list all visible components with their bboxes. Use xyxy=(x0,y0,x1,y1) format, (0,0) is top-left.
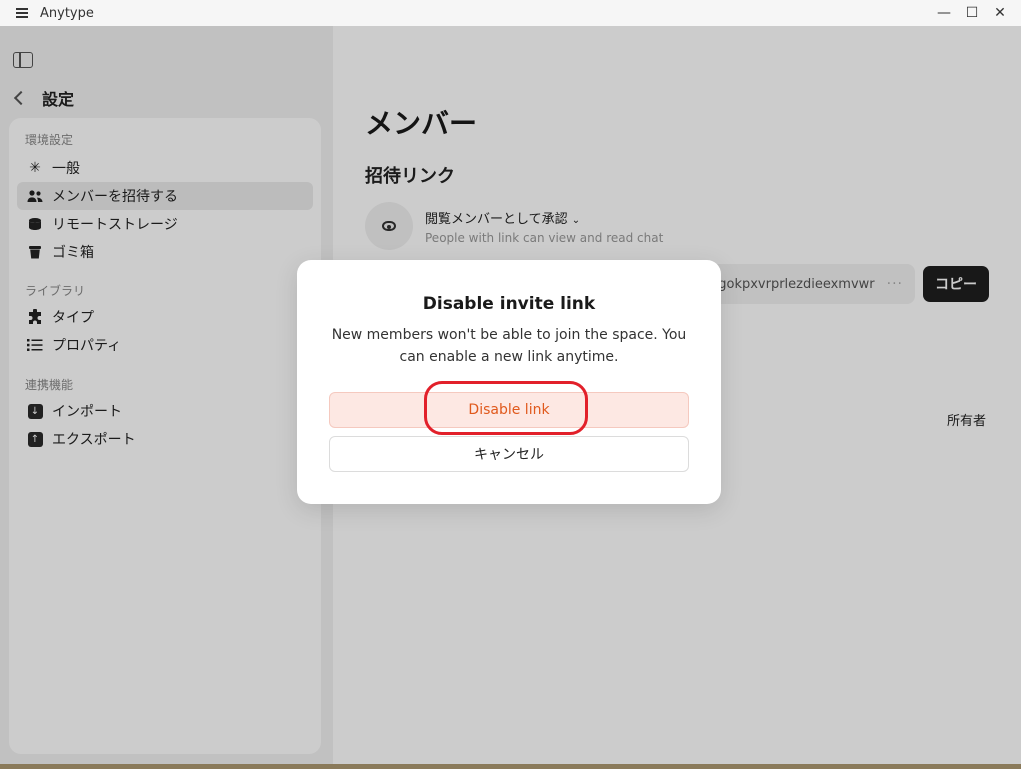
maximize-icon[interactable]: ☐ xyxy=(965,5,979,21)
disable-invite-link-dialog: Disable invite link New members won't be… xyxy=(297,260,721,504)
disable-link-button[interactable]: Disable link xyxy=(329,392,689,428)
app-title: Anytype xyxy=(40,5,94,21)
close-icon[interactable]: ✕ xyxy=(993,5,1007,21)
dialog-title: Disable invite link xyxy=(422,294,596,314)
window-controls: — ☐ ✕ xyxy=(937,0,1007,26)
hamburger-menu-icon[interactable] xyxy=(16,8,28,18)
app-window: Anytype — ☐ ✕ 設定 環境設定 ✳ 一般 メンバーを招待する リモー… xyxy=(0,0,1021,764)
title-bar: Anytype — ☐ ✕ xyxy=(0,0,1021,26)
cancel-button[interactable]: キャンセル xyxy=(329,436,689,472)
dialog-description: New members won't be able to join the sp… xyxy=(331,327,687,365)
minimize-icon[interactable]: — xyxy=(937,5,951,21)
